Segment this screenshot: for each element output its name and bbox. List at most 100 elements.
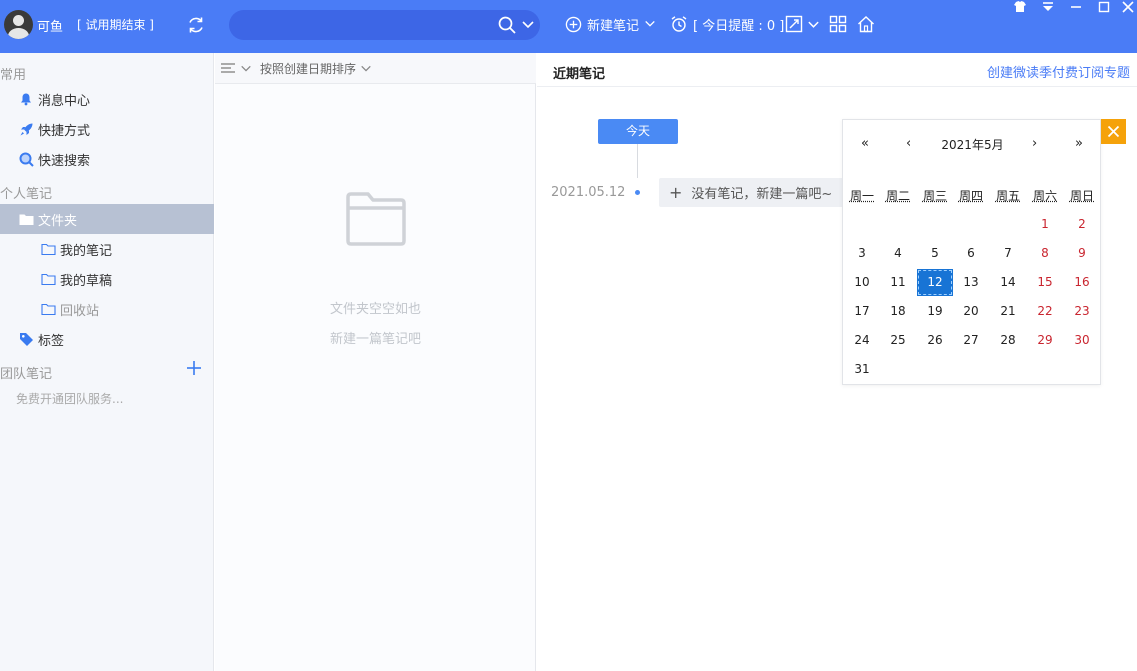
sidebar-item-label: 消息中心 [38, 93, 91, 109]
sidebar-item-my-drafts[interactable]: 我的草稿 [0, 264, 214, 294]
calendar-day[interactable]: 31 [844, 356, 880, 383]
timeline-line [637, 144, 638, 178]
trial-status[interactable]: [ 试用期结束 ] [77, 16, 154, 33]
calendar-day[interactable]: 7 [990, 240, 1026, 267]
sidebar-item-folder[interactable]: 文件夹 [0, 204, 214, 234]
calendar-day[interactable]: 9 [1064, 240, 1100, 267]
calendar-day[interactable]: 28 [990, 327, 1026, 354]
empty-folder-icon [346, 192, 406, 246]
sidebar-item-recycle-bin[interactable]: 回收站 [0, 294, 214, 324]
calendar-close-button[interactable] [1101, 119, 1126, 144]
weekday-header: 周日 [1069, 189, 1094, 203]
calendar-day[interactable]: 30 [1064, 327, 1100, 354]
section-label-personal: 个人笔记 [0, 187, 53, 202]
rocket-icon [18, 121, 34, 137]
calendar-day[interactable]: 25 [880, 327, 916, 354]
calendar-day[interactable]: 3 [844, 240, 880, 267]
chevron-down-icon[interactable] [807, 15, 820, 33]
weekday-header: 周三 [922, 189, 947, 203]
calendar-day[interactable]: 5 [917, 240, 953, 267]
chevron-down-icon[interactable] [521, 18, 535, 32]
calendar-day[interactable]: 26 [917, 327, 953, 354]
section-label-team: 团队笔记 [0, 367, 53, 382]
username[interactable]: 可鱼 [37, 16, 63, 35]
search-icon[interactable] [497, 15, 517, 35]
weekday-header: 周二 [885, 189, 910, 203]
sidebar-item-shortcuts[interactable]: 快捷方式 [0, 114, 214, 144]
folder-outline-icon [40, 271, 56, 287]
calendar-day[interactable]: 24 [844, 327, 880, 354]
today-button[interactable]: 今天 [598, 119, 678, 144]
calendar-day[interactable]: 21 [990, 298, 1026, 325]
chevron-down-icon [361, 65, 371, 72]
expand-icon[interactable] [785, 15, 803, 33]
calendar-day[interactable]: 18 [880, 298, 916, 325]
reminder-label: [ 今日提醒 : 0 ] [693, 18, 785, 34]
calendar-day[interactable]: 1 [1027, 211, 1063, 238]
weekday-header: 周一 [849, 189, 874, 203]
home-icon[interactable] [857, 15, 875, 33]
calendar-day[interactable]: 8 [1027, 240, 1063, 267]
maximize-icon[interactable] [1095, 0, 1113, 14]
calendar-day[interactable]: 14 [990, 269, 1026, 296]
alarm-clock-icon [671, 16, 687, 32]
sync-icon[interactable] [186, 15, 206, 35]
new-note-button[interactable]: 新建笔记 [565, 14, 656, 34]
grid-icon[interactable] [829, 15, 847, 33]
menu-icon[interactable] [1039, 0, 1057, 14]
create-note-label: 没有笔记，新建一篇吧~ [691, 187, 833, 202]
create-note-chip[interactable]: + 没有笔记，新建一篇吧~ [659, 178, 849, 207]
sidebar-item-messages[interactable]: 消息中心 [0, 84, 214, 114]
sidebar-item-label: 快速搜索 [38, 153, 91, 169]
next-year-button[interactable]: » [1075, 136, 1083, 151]
empty-message: 文件夹空空如也 [329, 302, 421, 317]
weekday-header: 周五 [995, 189, 1020, 203]
bell-icon [18, 91, 34, 107]
calendar-day[interactable]: 17 [844, 298, 880, 325]
calendar-day[interactable]: 16 [1064, 269, 1100, 296]
chevron-down-icon [241, 65, 251, 72]
tag-icon [18, 331, 34, 347]
reminder-button[interactable]: [ 今日提醒 : 0 ] [670, 14, 784, 34]
sidebar-item-tags[interactable]: 标签 [0, 324, 214, 354]
calendar-day[interactable]: 19 [917, 298, 953, 325]
new-note-label: 新建笔记 [587, 18, 640, 34]
calendar-day[interactable]: 15 [1027, 269, 1063, 296]
panel-header: 近期笔记 创建微读季付费订阅专题 [537, 53, 1137, 87]
close-icon[interactable] [1119, 0, 1137, 14]
skin-icon[interactable] [1011, 0, 1029, 14]
team-service-hint[interactable]: 免费开通团队服务... [16, 390, 123, 407]
avatar[interactable] [4, 10, 33, 39]
folder-outline-icon [40, 241, 56, 257]
calendar-day[interactable]: 22 [1027, 298, 1063, 325]
folder-icon [18, 211, 34, 227]
sidebar-item-quick-search[interactable]: 快速搜索 [0, 144, 214, 174]
calendar-day[interactable]: 29 [1027, 327, 1063, 354]
page-title: 近期笔记 [553, 67, 606, 82]
minimize-icon[interactable] [1067, 0, 1085, 14]
search-input[interactable] [241, 16, 491, 34]
calendar-day[interactable]: 4 [880, 240, 916, 267]
next-month-button[interactable]: › [1032, 136, 1037, 151]
sort-dropdown[interactable]: 按照创建日期排序 [215, 53, 536, 84]
search-icon [18, 151, 34, 167]
calendar-day[interactable]: 13 [953, 269, 989, 296]
weekday-header: 周六 [1032, 189, 1057, 203]
sidebar-item-my-notes[interactable]: 我的笔记 [0, 234, 214, 264]
empty-hint: 新建一篇笔记吧 [329, 332, 421, 347]
calendar-day[interactable]: 27 [953, 327, 989, 354]
calendar-day[interactable]: 11 [880, 269, 916, 296]
calendar-day[interactable]: 23 [1064, 298, 1100, 325]
chevron-down-icon [645, 20, 655, 27]
timeline-dot [635, 190, 640, 195]
calendar-day[interactable]: 10 [844, 269, 880, 296]
calendar-day[interactable]: 6 [953, 240, 989, 267]
note-list-panel: 按照创建日期排序 文件夹空空如也 新建一篇笔记吧 [215, 53, 536, 671]
plus-icon[interactable] [186, 360, 202, 376]
calendar-day[interactable]: 2 [1064, 211, 1100, 238]
calendar-day-selected[interactable]: 12 [917, 269, 953, 296]
calendar-day[interactable]: 20 [953, 298, 989, 325]
subscribe-link[interactable]: 创建微读季付费订阅专题 [987, 62, 1130, 81]
timeline-date: 2021.05.12 [551, 185, 626, 200]
section-label-common: 常用 [0, 68, 27, 83]
